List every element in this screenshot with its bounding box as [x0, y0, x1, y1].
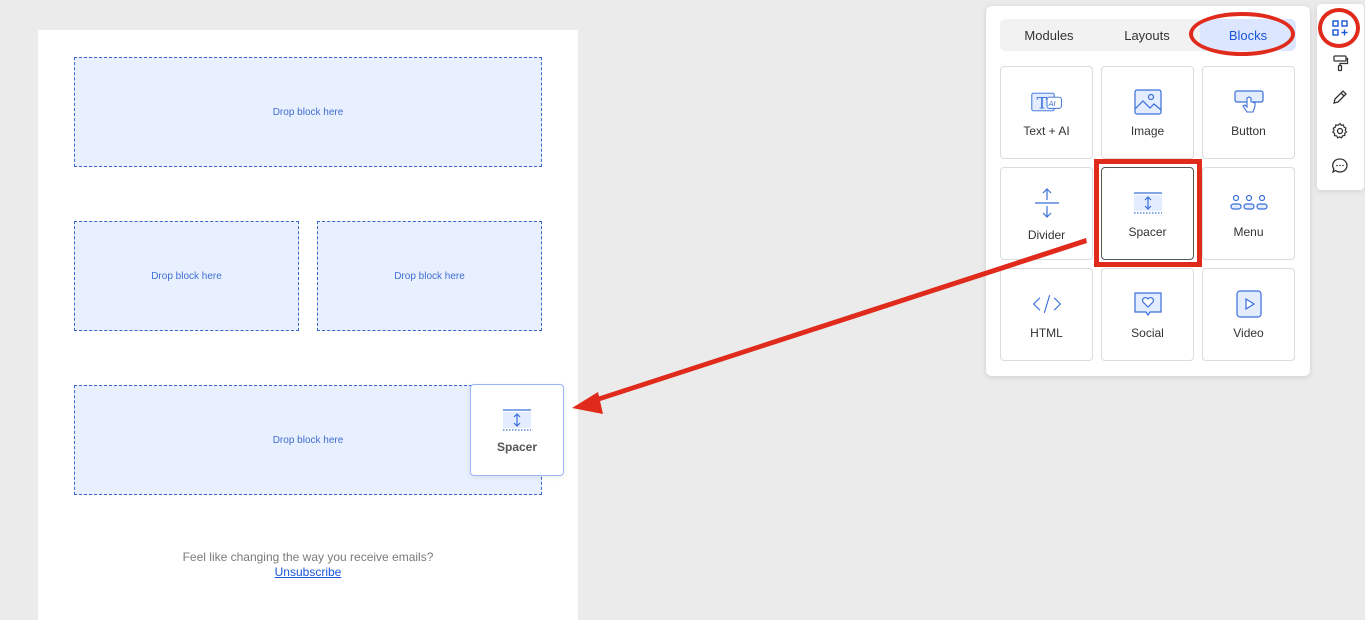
tab-blocks[interactable]: Blocks — [1200, 19, 1296, 51]
social-icon — [1133, 291, 1162, 316]
drop-zone-label: Drop block here — [272, 434, 344, 446]
block-menu[interactable]: Menu — [1202, 167, 1295, 260]
block-social[interactable]: Social — [1101, 268, 1194, 361]
block-label: Divider — [1027, 227, 1066, 242]
gear-icon — [1331, 122, 1348, 139]
content-panel: Modules Layouts Blocks T AI Text + AI Im… — [986, 6, 1310, 376]
block-text-ai[interactable]: T AI Text + AI — [1000, 66, 1093, 159]
block-label: Menu — [1233, 224, 1264, 239]
menu-icon — [1229, 194, 1268, 210]
block-label: Image — [1130, 123, 1165, 138]
drop-zone-label: Drop block here — [151, 270, 222, 282]
chat-icon — [1331, 158, 1348, 174]
spacer-icon — [1133, 191, 1162, 214]
drop-zone-top[interactable]: Drop block here — [74, 57, 542, 167]
email-canvas: Drop block here Drop block here Drop blo… — [38, 30, 578, 620]
block-label: Button — [1231, 123, 1266, 138]
panel-tabs: Modules Layouts Blocks — [1000, 19, 1296, 51]
blocks-grid-icon — [1332, 20, 1348, 36]
edit-button[interactable] — [1330, 87, 1350, 107]
pencil-icon — [1333, 90, 1347, 104]
block-label: Spacer — [1128, 224, 1167, 239]
dragged-block-label: Spacer — [496, 440, 538, 454]
settings-button[interactable] — [1330, 121, 1350, 141]
spacer-icon — [503, 409, 531, 431]
divider-icon — [1034, 187, 1059, 218]
html-icon — [1032, 294, 1061, 313]
tab-modules[interactable]: Modules — [1000, 19, 1098, 51]
unsubscribe-link[interactable]: Unsubscribe — [38, 565, 578, 579]
block-spacer[interactable]: Spacer — [1101, 167, 1194, 260]
styles-button[interactable] — [1330, 53, 1350, 73]
block-label: Social — [1131, 325, 1164, 340]
tab-layouts[interactable]: Layouts — [1098, 19, 1196, 51]
video-icon — [1235, 289, 1262, 318]
text-ai-icon: T AI — [1030, 92, 1062, 112]
block-label: HTML — [1030, 325, 1063, 340]
blocks-grid-button[interactable] — [1330, 18, 1350, 38]
drop-zone-label: Drop block here — [272, 106, 344, 118]
block-label: Text + AI — [1023, 123, 1070, 138]
block-image[interactable]: Image — [1101, 66, 1194, 159]
image-icon — [1133, 88, 1162, 115]
block-label: Video — [1233, 325, 1264, 340]
dragged-spacer-block[interactable]: Spacer — [470, 384, 564, 476]
drop-zone-right[interactable]: Drop block here — [317, 221, 542, 331]
footer-text: Feel like changing the way you receive e… — [182, 550, 434, 564]
button-icon — [1233, 89, 1264, 113]
svg-text:T: T — [1036, 93, 1047, 112]
drop-zone-label: Drop block here — [394, 270, 465, 282]
comments-button[interactable] — [1330, 156, 1350, 176]
block-video[interactable]: Video — [1202, 268, 1295, 361]
block-html[interactable]: HTML — [1000, 268, 1093, 361]
block-button[interactable]: Button — [1202, 66, 1295, 159]
side-toolbar — [1317, 4, 1364, 190]
paint-roller-icon — [1333, 55, 1349, 72]
drop-zone-left[interactable]: Drop block here — [74, 221, 299, 331]
block-divider[interactable]: Divider — [1000, 167, 1093, 260]
svg-text:AI: AI — [1047, 99, 1055, 108]
